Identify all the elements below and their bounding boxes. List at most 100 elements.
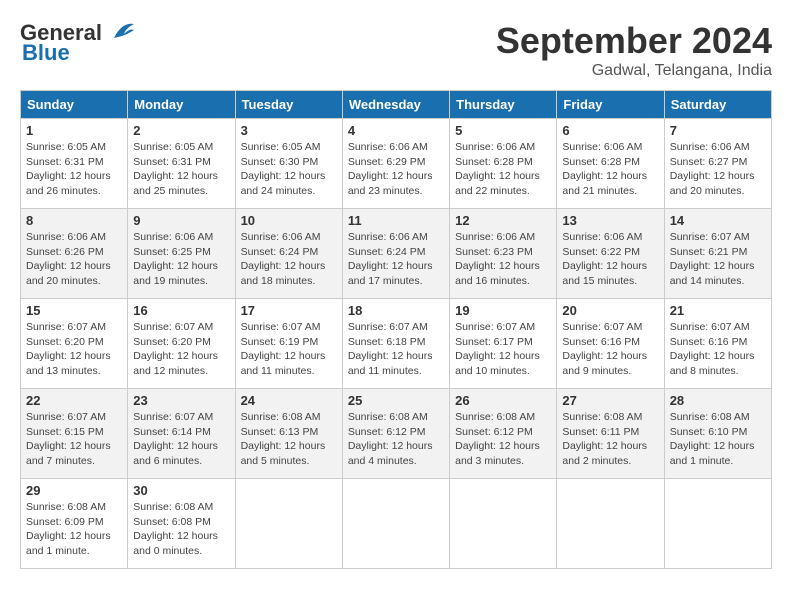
day-detail: Sunrise: 6:06 AM Sunset: 6:29 PM Dayligh… — [348, 140, 444, 199]
calendar-cell: 26 Sunrise: 6:08 AM Sunset: 6:12 PM Dayli… — [450, 389, 557, 479]
day-number: 29 — [26, 483, 122, 498]
header-sunday: Sunday — [21, 91, 128, 119]
calendar-cell: 19Sunrise: 6:07 AM Sunset: 6:17 PM Dayli… — [450, 299, 557, 389]
calendar-cell — [235, 479, 342, 569]
day-number: 28 — [670, 393, 766, 408]
calendar-cell: 16 Sunrise: 6:07 AM Sunset: 6:20 PM Dayli… — [128, 299, 235, 389]
calendar-cell — [557, 479, 664, 569]
day-number: 20 — [562, 303, 658, 318]
header-wednesday: Wednesday — [342, 91, 449, 119]
day-detail: Sunrise: 6:08 AM Sunset: 6:10 PM Dayligh… — [670, 410, 766, 469]
day-number: 25 — [348, 393, 444, 408]
calendar-cell: 30Sunrise: 6:08 AM Sunset: 6:08 PM Dayli… — [128, 479, 235, 569]
day-detail: Sunrise: 6:06 AM Sunset: 6:27 PM Dayligh… — [670, 140, 766, 199]
day-detail: Sunrise: 6:06 AM Sunset: 6:24 PM Dayligh… — [241, 230, 337, 289]
calendar-cell: 9Sunrise: 6:06 AM Sunset: 6:25 PM Daylig… — [128, 209, 235, 299]
day-number: 26 — [455, 393, 551, 408]
calendar-subtitle: Gadwal, Telangana, India — [496, 62, 772, 80]
calendar-cell: 5Sunrise: 6:06 AM Sunset: 6:28 PM Daylig… — [450, 119, 557, 209]
day-number: 19 — [455, 303, 551, 318]
day-number: 15 — [26, 303, 122, 318]
calendar-week-row: 8 Sunrise: 6:06 AM Sunset: 6:26 PM Daylig… — [21, 209, 772, 299]
calendar-cell: 10 Sunrise: 6:06 AM Sunset: 6:24 PM Dayli… — [235, 209, 342, 299]
calendar-cell: 15 Sunrise: 6:07 AM Sunset: 6:20 PM Dayli… — [21, 299, 128, 389]
day-number: 8 — [26, 213, 122, 228]
day-number: 10 — [241, 213, 337, 228]
logo-blue: Blue — [22, 40, 70, 66]
day-detail: Sunrise: 6:06 AM Sunset: 6:24 PM Dayligh… — [348, 230, 444, 289]
day-number: 17 — [241, 303, 337, 318]
calendar-cell: 1 Sunrise: 6:05 AM Sunset: 6:31 PM Daylig… — [21, 119, 128, 209]
calendar-cell: 23Sunrise: 6:07 AM Sunset: 6:14 PM Dayli… — [128, 389, 235, 479]
calendar-cell: 11 Sunrise: 6:06 AM Sunset: 6:24 PM Dayli… — [342, 209, 449, 299]
day-number: 7 — [670, 123, 766, 138]
day-detail: Sunrise: 6:06 AM Sunset: 6:28 PM Dayligh… — [562, 140, 658, 199]
logo-bird-icon — [104, 20, 136, 42]
logo: General Blue — [20, 20, 136, 66]
day-detail: Sunrise: 6:07 AM Sunset: 6:15 PM Dayligh… — [26, 410, 122, 469]
calendar-cell: 2Sunrise: 6:05 AM Sunset: 6:31 PM Daylig… — [128, 119, 235, 209]
calendar-cell — [450, 479, 557, 569]
calendar-cell: 28 Sunrise: 6:08 AM Sunset: 6:10 PM Dayli… — [664, 389, 771, 479]
day-detail: Sunrise: 6:07 AM Sunset: 6:20 PM Dayligh… — [26, 320, 122, 379]
header-thursday: Thursday — [450, 91, 557, 119]
day-number: 23 — [133, 393, 229, 408]
day-number: 3 — [241, 123, 337, 138]
title-area: September 2024 Gadwal, Telangana, India — [496, 20, 772, 80]
calendar-cell: 4 Sunrise: 6:06 AM Sunset: 6:29 PM Daylig… — [342, 119, 449, 209]
day-number: 27 — [562, 393, 658, 408]
day-detail: Sunrise: 6:07 AM Sunset: 6:19 PM Dayligh… — [241, 320, 337, 379]
day-number: 4 — [348, 123, 444, 138]
header-tuesday: Tuesday — [235, 91, 342, 119]
day-detail: Sunrise: 6:05 AM Sunset: 6:30 PM Dayligh… — [241, 140, 337, 199]
header-monday: Monday — [128, 91, 235, 119]
day-detail: Sunrise: 6:06 AM Sunset: 6:23 PM Dayligh… — [455, 230, 551, 289]
day-detail: Sunrise: 6:06 AM Sunset: 6:26 PM Dayligh… — [26, 230, 122, 289]
day-number: 13 — [562, 213, 658, 228]
day-number: 11 — [348, 213, 444, 228]
calendar-cell: 18Sunrise: 6:07 AM Sunset: 6:18 PM Dayli… — [342, 299, 449, 389]
calendar-cell — [342, 479, 449, 569]
day-detail: Sunrise: 6:07 AM Sunset: 6:16 PM Dayligh… — [562, 320, 658, 379]
calendar-cell — [664, 479, 771, 569]
calendar-cell: 6 Sunrise: 6:06 AM Sunset: 6:28 PM Daylig… — [557, 119, 664, 209]
calendar-cell: 7 Sunrise: 6:06 AM Sunset: 6:27 PM Daylig… — [664, 119, 771, 209]
day-number: 24 — [241, 393, 337, 408]
day-number: 12 — [455, 213, 551, 228]
day-detail: Sunrise: 6:07 AM Sunset: 6:21 PM Dayligh… — [670, 230, 766, 289]
calendar-cell: 25 Sunrise: 6:08 AM Sunset: 6:12 PM Dayli… — [342, 389, 449, 479]
calendar-week-row: 1 Sunrise: 6:05 AM Sunset: 6:31 PM Daylig… — [21, 119, 772, 209]
calendar-cell: 22 Sunrise: 6:07 AM Sunset: 6:15 PM Dayli… — [21, 389, 128, 479]
day-number: 2 — [133, 123, 229, 138]
calendar-cell: 24 Sunrise: 6:08 AM Sunset: 6:13 PM Dayli… — [235, 389, 342, 479]
calendar-cell: 3 Sunrise: 6:05 AM Sunset: 6:30 PM Daylig… — [235, 119, 342, 209]
day-number: 1 — [26, 123, 122, 138]
header-saturday: Saturday — [664, 91, 771, 119]
day-number: 6 — [562, 123, 658, 138]
calendar-week-row: 22 Sunrise: 6:07 AM Sunset: 6:15 PM Dayli… — [21, 389, 772, 479]
calendar-week-row: 15 Sunrise: 6:07 AM Sunset: 6:20 PM Dayli… — [21, 299, 772, 389]
day-number: 30 — [133, 483, 229, 498]
calendar-week-row: 29 Sunrise: 6:08 AM Sunset: 6:09 PM Dayli… — [21, 479, 772, 569]
calendar-cell: 27Sunrise: 6:08 AM Sunset: 6:11 PM Dayli… — [557, 389, 664, 479]
day-number: 14 — [670, 213, 766, 228]
day-number: 22 — [26, 393, 122, 408]
calendar-cell: 29 Sunrise: 6:08 AM Sunset: 6:09 PM Dayli… — [21, 479, 128, 569]
calendar-cell: 13Sunrise: 6:06 AM Sunset: 6:22 PM Dayli… — [557, 209, 664, 299]
calendar-cell: 17 Sunrise: 6:07 AM Sunset: 6:19 PM Dayli… — [235, 299, 342, 389]
day-detail: Sunrise: 6:07 AM Sunset: 6:20 PM Dayligh… — [133, 320, 229, 379]
day-detail: Sunrise: 6:05 AM Sunset: 6:31 PM Dayligh… — [26, 140, 122, 199]
calendar-cell: 14 Sunrise: 6:07 AM Sunset: 6:21 PM Dayli… — [664, 209, 771, 299]
day-detail: Sunrise: 6:07 AM Sunset: 6:18 PM Dayligh… — [348, 320, 444, 379]
day-detail: Sunrise: 6:08 AM Sunset: 6:12 PM Dayligh… — [455, 410, 551, 469]
day-detail: Sunrise: 6:08 AM Sunset: 6:13 PM Dayligh… — [241, 410, 337, 469]
calendar-cell: 12 Sunrise: 6:06 AM Sunset: 6:23 PM Dayli… — [450, 209, 557, 299]
calendar-cell: 20 Sunrise: 6:07 AM Sunset: 6:16 PM Dayli… — [557, 299, 664, 389]
day-detail: Sunrise: 6:08 AM Sunset: 6:09 PM Dayligh… — [26, 500, 122, 559]
day-detail: Sunrise: 6:08 AM Sunset: 6:12 PM Dayligh… — [348, 410, 444, 469]
day-detail: Sunrise: 6:06 AM Sunset: 6:28 PM Dayligh… — [455, 140, 551, 199]
calendar-cell: 8 Sunrise: 6:06 AM Sunset: 6:26 PM Daylig… — [21, 209, 128, 299]
day-detail: Sunrise: 6:07 AM Sunset: 6:16 PM Dayligh… — [670, 320, 766, 379]
day-number: 16 — [133, 303, 229, 318]
calendar-cell: 21Sunrise: 6:07 AM Sunset: 6:16 PM Dayli… — [664, 299, 771, 389]
